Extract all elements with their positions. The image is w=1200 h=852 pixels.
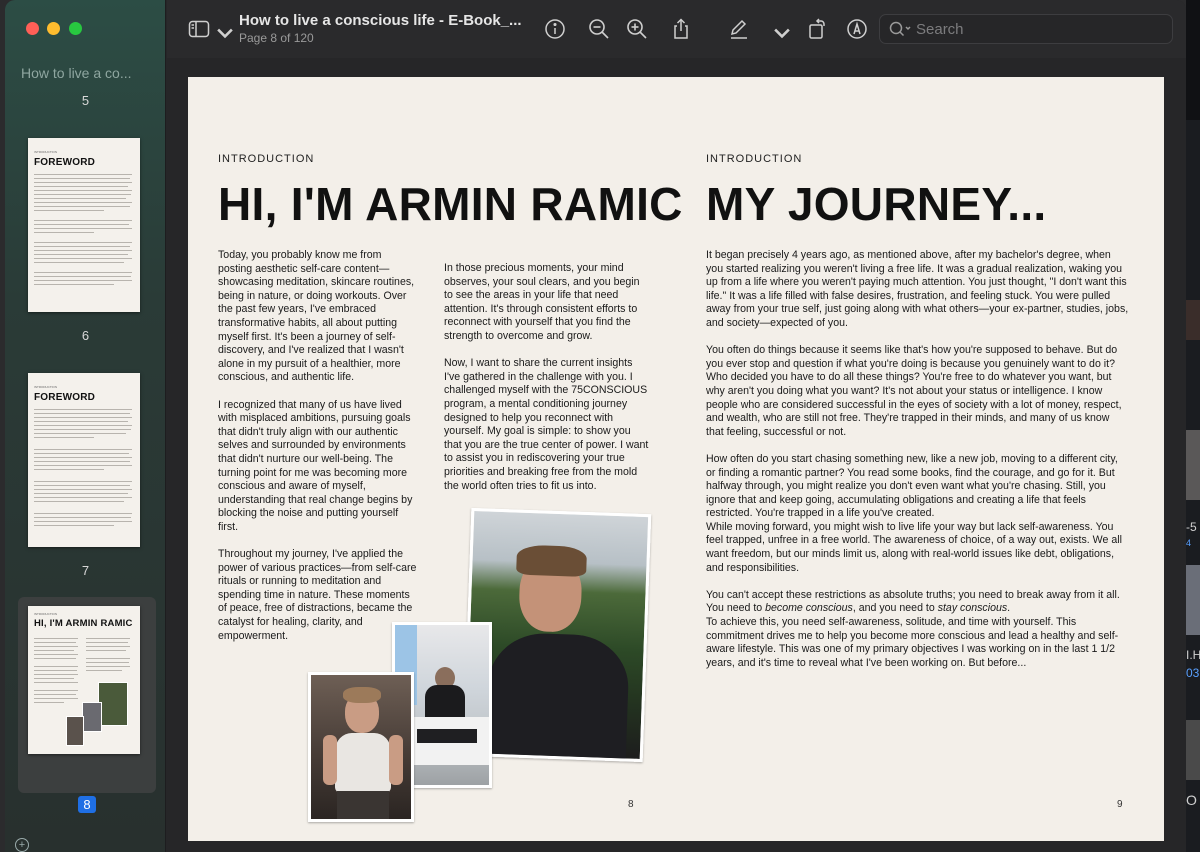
thumbnail-page-6[interactable]: INTRODUCTION FOREWORD [28,138,140,312]
left-column-1: Today, you probably know me from posting… [218,249,418,657]
annotate-icon[interactable] [845,17,869,41]
paragraph: In those precious moments, your mind obs… [444,262,640,342]
paragraph: You often do things because it seems lik… [706,344,1122,438]
emphasis-text: stay conscious [937,602,1008,615]
sidebar-toggle-icon[interactable] [187,17,211,41]
thumbnail-kicker: INTRODUCTION [34,150,57,154]
paragraph: I recognized that many of us have lived … [218,398,413,533]
text-run: . [1007,602,1011,615]
page-heading: HI, I'M ARMIN RAMIC [218,178,683,230]
search-field[interactable] [879,14,1173,44]
page-indicator: Page 8 of 120 [239,31,314,45]
thumbnail-kicker: INTRODUCTION [34,612,57,616]
document-viewer[interactable]: INTRODUCTION HI, I'M ARMIN RAMIC Today, … [167,58,1186,852]
thumbnail-page-label[interactable]: 5 [5,93,166,108]
close-window-button[interactable] [26,22,39,35]
add-page-icon[interactable]: + [15,838,29,852]
thumbnail-kicker: INTRODUCTION [34,385,57,389]
chevron-down-icon[interactable] [213,21,233,39]
desktop-text-fragment: 4 [1186,538,1192,548]
chevron-down-icon[interactable] [770,21,790,39]
desktop-text-fragment: I.H [1186,648,1200,662]
desktop-text-fragment: -5 [1186,520,1197,534]
desktop-background-strip: -5 4 I.H 03 O [1186,0,1200,852]
sidebar-document-title: How to live a co... [21,65,132,81]
thumbnail-page-7[interactable]: INTRODUCTION FOREWORD [28,373,140,547]
paragraph: It began precisely 4 years ago, as menti… [706,249,1129,329]
thumbnail-page-label[interactable]: 7 [5,563,166,578]
rotate-icon[interactable] [805,17,829,41]
page-heading: MY JOURNEY... [706,178,1047,230]
document-title: How to live a conscious life - E-Book_..… [239,12,522,29]
paragraph: Today, you probably know me from posting… [218,249,415,384]
thumbnail-page-label-selected[interactable]: 8 [78,796,96,813]
search-icon [888,20,912,38]
paragraph: Throughout my journey, I've applied the … [218,548,417,642]
paragraph: How often do you start chasing something… [706,452,1118,520]
desktop-text-fragment: 03 [1186,666,1200,680]
right-column: It began precisely 4 years ago, as menti… [706,249,1130,684]
fullscreen-window-button[interactable] [69,22,82,35]
section-kicker: INTRODUCTION [706,153,803,165]
page-number: 8 [628,799,634,810]
toolbar: How to live a conscious life - E-Book_..… [167,0,1186,58]
share-icon[interactable] [669,17,693,41]
minimize-window-button[interactable] [47,22,60,35]
paragraph: While moving forward, you might wish to … [706,520,1122,574]
desktop-text-fragment: O [1186,792,1197,808]
thumbnail-heading: FOREWORD [34,392,96,403]
page-spread: INTRODUCTION HI, I'M ARMIN RAMIC Today, … [188,77,1164,841]
thumbnail-page-8[interactable]: INTRODUCTION HI, I'M ARMIN RAMIC [28,606,140,754]
left-column-2: In those precious moments, your mind obs… [444,262,650,507]
zoom-out-icon[interactable] [587,17,611,41]
page-number: 9 [1117,799,1123,810]
emphasis-text: become conscious [765,602,853,615]
zoom-in-icon[interactable] [625,17,649,41]
search-input[interactable] [916,21,1156,38]
thumbnail-page-label[interactable]: 6 [5,328,166,343]
preview-window: How to live a co... 5 INTRODUCTION FOREW… [5,0,1186,852]
photo-gym-portrait [308,672,414,822]
thumbnail-heading: FOREWORD [34,157,96,168]
markup-pen-icon[interactable] [727,17,751,41]
thumbnail-heading: HI, I'M ARMIN RAMIC [34,618,133,629]
thumbnail-sidebar: How to live a co... 5 INTRODUCTION FOREW… [5,0,166,852]
info-icon[interactable] [543,17,567,41]
paragraph: Now, I want to share the current insight… [444,357,649,492]
paragraph: You can't accept these restrictions as a… [706,589,1130,616]
paragraph: To achieve this, you need self-awareness… [706,616,1119,669]
text-run: , and you need to [852,602,938,615]
section-kicker: INTRODUCTION [218,153,315,165]
